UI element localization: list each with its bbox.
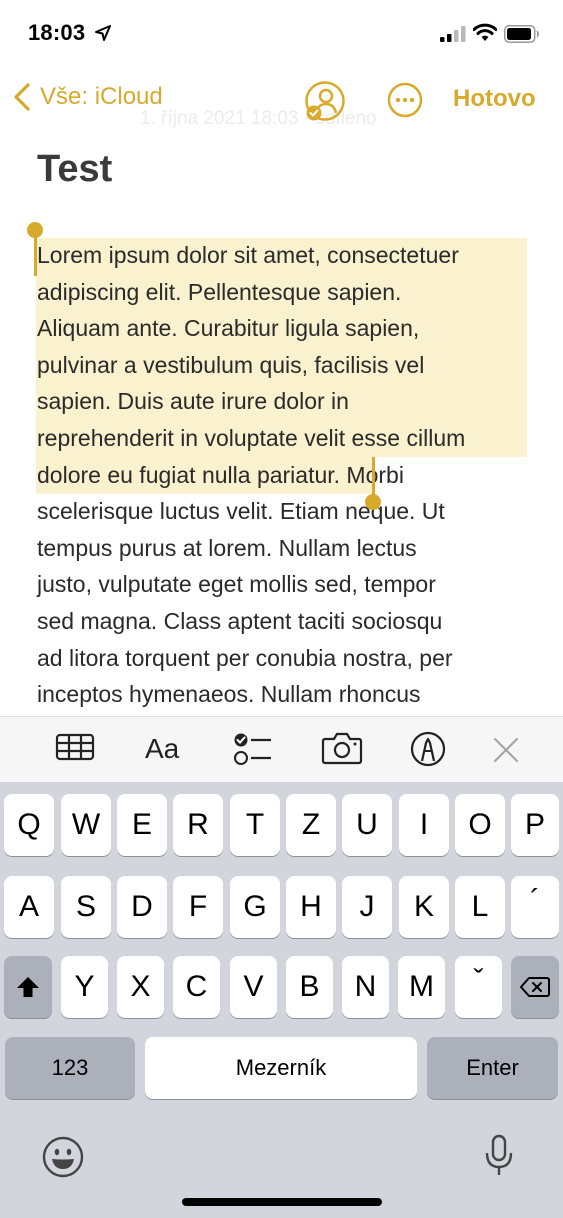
microphone-icon[interactable] xyxy=(484,1134,514,1178)
note-line: reprehenderit in voluptate velit esse ci… xyxy=(37,424,466,451)
selection-end-handle[interactable] xyxy=(365,494,381,510)
key-d[interactable]: D xyxy=(117,876,167,938)
battery-icon xyxy=(504,25,539,43)
key-n[interactable]: N xyxy=(342,956,389,1018)
note-line: sed magna. Class aptent taciti sociosqu xyxy=(37,607,443,634)
status-bar: 18:03 xyxy=(0,0,563,70)
backspace-key[interactable] xyxy=(511,956,559,1018)
key-c[interactable]: C xyxy=(173,956,220,1018)
note-line: inceptos hymenaeos. Nullam rhoncus xyxy=(37,681,421,708)
key-u[interactable]: U xyxy=(342,794,392,856)
nav-bar: 1. října 2021 18:03 · sdíleno Vše: iClou… xyxy=(0,70,563,130)
key-m[interactable]: M xyxy=(398,956,445,1018)
selection-end-caret xyxy=(372,457,375,499)
key-s[interactable]: S xyxy=(61,876,111,938)
done-button[interactable]: Hotovo xyxy=(453,85,536,113)
home-indicator[interactable] xyxy=(182,1198,382,1206)
camera-icon[interactable] xyxy=(321,731,363,765)
key-x[interactable]: X xyxy=(117,956,164,1018)
key-r[interactable]: R xyxy=(173,794,223,856)
key-q[interactable]: Q xyxy=(4,794,54,856)
checklist-icon[interactable] xyxy=(233,731,273,767)
keyboard: Q W E R T Z U I O P A S D F G H J K L ´ … xyxy=(0,782,563,1218)
key-l[interactable]: L xyxy=(455,876,505,938)
key-i[interactable]: I xyxy=(399,794,449,856)
key-b[interactable]: B xyxy=(286,956,333,1018)
emoji-icon[interactable] xyxy=(42,1136,84,1178)
note-line: ad litora torquent per conubia nostra, p… xyxy=(37,644,453,671)
note-line: scelerisque luctus velit. Etiam neque. U… xyxy=(37,498,445,525)
table-icon[interactable] xyxy=(55,731,95,763)
note-line: Aliquam ante. Curabitur ligula sapien, xyxy=(37,315,420,342)
more-options-icon[interactable] xyxy=(387,82,423,118)
key-p[interactable]: P xyxy=(511,794,559,856)
format-toolbar: Aa xyxy=(0,716,563,782)
wifi-icon xyxy=(473,23,497,41)
cellular-signal-icon xyxy=(440,26,466,42)
key-f[interactable]: F xyxy=(173,876,223,938)
key-g[interactable]: G xyxy=(230,876,280,938)
status-time: 18:03 xyxy=(28,20,86,45)
back-label: Vše: iCloud xyxy=(40,83,163,110)
selection-start-caret xyxy=(34,234,37,276)
key-z[interactable]: Z xyxy=(286,794,336,856)
key-v[interactable]: V xyxy=(230,956,277,1018)
share-person-icon[interactable] xyxy=(304,80,346,122)
key-j[interactable]: J xyxy=(342,876,392,938)
note-title[interactable]: Test xyxy=(37,148,112,191)
location-arrow-icon xyxy=(95,25,111,41)
key-caron[interactable]: ˇ xyxy=(455,956,502,1018)
note-line: Lorem ipsum dolor sit amet, consectetuer xyxy=(37,242,459,268)
chevron-left-icon xyxy=(14,83,30,111)
close-icon[interactable] xyxy=(493,737,519,763)
back-button[interactable]: Vše: iCloud xyxy=(12,82,163,112)
key-k[interactable]: K xyxy=(399,876,449,938)
key-h[interactable]: H xyxy=(286,876,336,938)
delete-backward-icon xyxy=(520,977,550,997)
space-key[interactable]: Mezerník xyxy=(145,1037,417,1099)
key-y[interactable]: Y xyxy=(61,956,108,1018)
note-line: pulvinar a vestibulum quis, facilisis ve… xyxy=(37,351,425,378)
note-line: justo, vulputate eget mollis sed, tempor xyxy=(37,571,436,598)
key-w[interactable]: W xyxy=(61,794,111,856)
note-line: dolore eu fugiat nulla pariatur. Morbi xyxy=(37,461,404,488)
text-format-button[interactable]: Aa xyxy=(145,733,179,765)
key-acute-accent[interactable]: ´ xyxy=(511,876,559,938)
key-a[interactable]: A xyxy=(4,876,54,938)
key-o[interactable]: O xyxy=(455,794,505,856)
enter-key[interactable]: Enter xyxy=(427,1037,558,1099)
markup-pen-icon[interactable] xyxy=(410,731,446,767)
note-line: sapien. Duis aute irure dolor in xyxy=(37,388,349,415)
numbers-key[interactable]: 123 xyxy=(5,1037,135,1099)
key-e[interactable]: E xyxy=(117,794,167,856)
key-t[interactable]: T xyxy=(230,794,280,856)
shift-arrow-icon xyxy=(17,977,39,997)
note-body[interactable]: Lorem ipsum dolor sit amet, consectetuer… xyxy=(37,237,532,713)
note-line: tempus purus at lorem. Nullam lectus xyxy=(37,534,417,561)
note-line: adipiscing elit. Pellentesque sapien. xyxy=(37,278,402,305)
shift-key[interactable] xyxy=(4,956,52,1018)
